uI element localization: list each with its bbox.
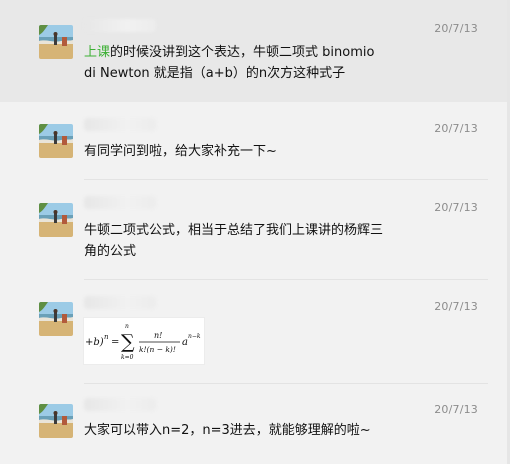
comment-item[interactable]: 20/7/13 上课的时候没讲到这个表达，牛顿二项式 binomio di Ne… [0, 0, 510, 102]
comment-text-line1: 牛顿二项式公式，相当于总结了我们上课讲的杨辉三 [84, 223, 384, 238]
binomial-formula-figure: +b) n = n ∑ k=0 n! k!(n − k)! a n−k [85, 323, 201, 361]
comment-text: 有同学问到啦，给大家补充一下~ [84, 144, 277, 159]
formula-denominator: k!(n − k)! [139, 345, 176, 354]
formula-sum-upper: n [125, 323, 129, 330]
formula-tail-exponent: n−k [188, 333, 201, 340]
beach-photo-avatar-icon [39, 203, 73, 237]
avatar[interactable] [39, 404, 73, 438]
comment-date: 20/7/13 [434, 201, 478, 214]
comment-text: 上课的时候没讲到这个表达，牛顿二项式 binomio di Newton 就是指… [84, 42, 410, 84]
sender-name[interactable] [84, 196, 156, 209]
formula-image[interactable]: +b) n = n ∑ k=0 n! k!(n − k)! a n−k [83, 317, 205, 365]
formula-equals: = [111, 337, 119, 348]
comment-link[interactable]: 上课 [84, 45, 110, 60]
comment-text-line2: 角的公式 [84, 244, 137, 259]
comment-item[interactable]: 20/7/13 牛顿二项式公式，相当于总结了我们上课讲的杨辉三 角的公式 [0, 180, 510, 280]
formula-sum-lower: k=0 [121, 354, 134, 361]
beach-photo-avatar-icon [39, 124, 73, 158]
avatar[interactable] [39, 124, 73, 158]
beach-photo-avatar-icon [39, 302, 73, 336]
sender-name[interactable] [84, 398, 156, 411]
avatar[interactable] [39, 25, 73, 59]
comment-list: 20/7/13 上课的时候没讲到这个表达，牛顿二项式 binomio di Ne… [0, 0, 510, 464]
avatar[interactable] [39, 302, 73, 336]
comment-item[interactable]: 20/7/13 有同学问到啦，给大家补充一下~ [0, 102, 510, 180]
comment-item[interactable]: 20/7/13 大家可以带入n=2，n=3进去，就能够理解的啦~ [0, 384, 510, 464]
comment-date: 20/7/13 [434, 403, 478, 416]
beach-photo-avatar-icon [39, 25, 73, 59]
sender-name[interactable] [84, 118, 156, 131]
comment-text: 大家可以带入n=2，n=3进去，就能够理解的啦~ [84, 423, 371, 438]
formula-lhs-exponent: n [104, 333, 109, 341]
sender-name[interactable] [84, 19, 156, 32]
comment-text: 牛顿二项式公式，相当于总结了我们上课讲的杨辉三 角的公式 [84, 220, 410, 262]
formula-lhs: +b) [85, 337, 104, 348]
comment-date: 20/7/13 [434, 22, 478, 35]
avatar[interactable] [39, 203, 73, 237]
comment-text-line1: 的时候没讲到这个表达，牛顿二项式 binomio [110, 45, 375, 60]
comment-date: 20/7/13 [434, 300, 478, 313]
comment-item[interactable]: 20/7/13 +b) n = n ∑ k=0 n! k!(n − k)! a … [0, 280, 510, 384]
formula-numerator: n! [154, 331, 162, 340]
formula-sigma: ∑ [121, 331, 135, 353]
sender-name[interactable] [84, 296, 156, 309]
beach-photo-avatar-icon [39, 404, 73, 438]
comment-date: 20/7/13 [434, 122, 478, 135]
comment-text-line2: di Newton 就是指（a+b）的n次方这种式子 [84, 66, 346, 81]
